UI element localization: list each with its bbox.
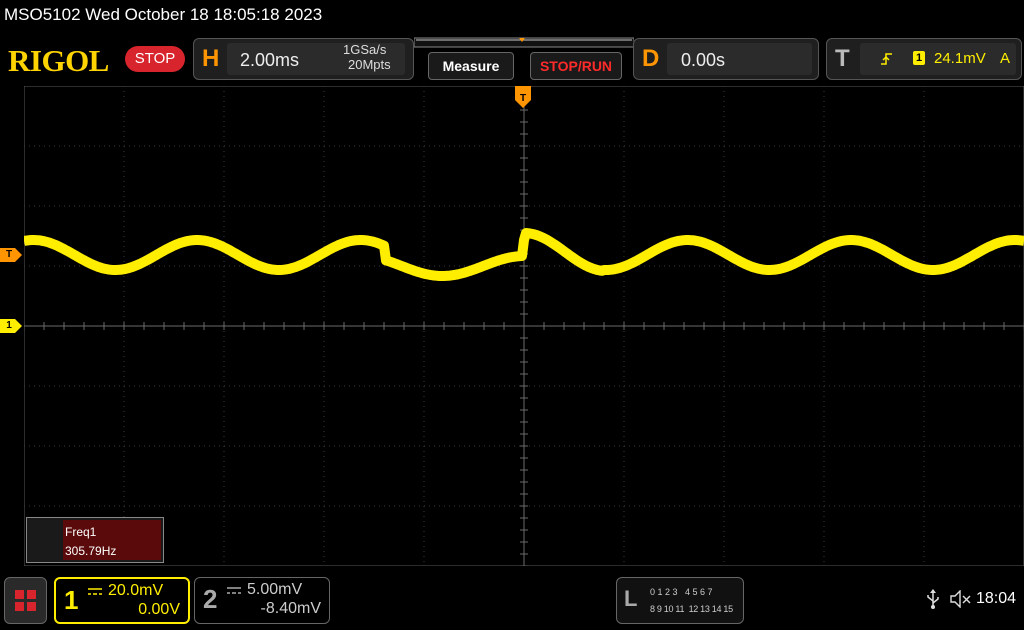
- horizontal-letter: H: [202, 45, 220, 72]
- logic-letter: L: [624, 586, 638, 611]
- channel2-number: 2: [203, 584, 218, 614]
- measurement-label: Freq1: [65, 525, 97, 539]
- measure-button[interactable]: Measure: [428, 52, 514, 80]
- rigol-logo: RIGOL: [8, 43, 109, 78]
- channel2-offset: -8.40mV: [260, 600, 321, 617]
- channel1-scale: 20.0mV: [108, 582, 164, 599]
- sample-rate: 1GSa/s: [343, 42, 387, 57]
- trigger-source-badge: 1: [913, 51, 925, 65]
- trigger-mode: A: [1000, 50, 1011, 67]
- trigger-level: 24.1mV: [934, 50, 986, 67]
- stop-run-button[interactable]: STOP/RUN: [530, 52, 622, 80]
- title-text: MSO5102 Wed October 18 18:05:18 2023: [4, 5, 323, 24]
- delay-panel[interactable]: D 0.00s: [633, 38, 819, 80]
- logic-row-1: 0 1 2 3 4 5 6 7: [650, 587, 713, 597]
- menu-button[interactable]: [4, 577, 47, 624]
- logic-channels-panel[interactable]: L 0 1 2 3 4 5 6 7 8 9 10 11 12 13 14 15: [616, 577, 744, 624]
- dc-coupling-icon: [88, 588, 102, 595]
- delay-letter: D: [642, 45, 660, 72]
- speaker-muted-icon[interactable]: [950, 590, 972, 608]
- channel1-offset: 0.00V: [138, 601, 180, 618]
- dc-coupling-icon: [227, 587, 241, 594]
- channel1-number: 1: [64, 585, 79, 615]
- frequency-measurement[interactable]: Freq1 305.79Hz: [26, 517, 164, 563]
- clock-time: 18:04: [976, 590, 1017, 607]
- title-bar: MSO5102 Wed October 18 18:05:18 2023: [0, 0, 1024, 32]
- waveform-overview: [414, 37, 634, 48]
- timebase-value: 2.00ms: [240, 50, 300, 70]
- trigger-letter: T: [835, 45, 850, 72]
- rising-edge-icon: [881, 53, 892, 65]
- channel2-scale: 5.00mV: [247, 581, 303, 598]
- channel2-panel[interactable]: 2 5.00mV -8.40mV: [194, 577, 330, 624]
- usb-icon: [927, 589, 939, 609]
- measurement-value: 305.79Hz: [65, 544, 117, 558]
- trigger-panel[interactable]: T 1 24.1mV A: [826, 38, 1022, 80]
- waveform-display[interactable]: [24, 86, 1024, 566]
- delay-value: 0.00s: [681, 50, 726, 70]
- grid-menu-icon: [15, 590, 36, 611]
- run-state-badge[interactable]: STOP: [125, 46, 185, 72]
- channel1-panel[interactable]: 1 20.0mV 0.00V: [54, 577, 190, 624]
- memory-depth: 20Mpts: [348, 57, 391, 72]
- logic-row-2: 8 9 10 11 12 13 14 15: [650, 604, 733, 614]
